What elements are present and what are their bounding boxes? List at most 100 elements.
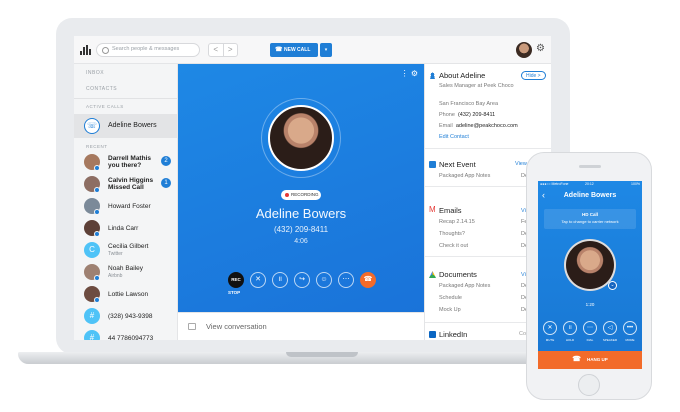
presence-dot-icon xyxy=(94,275,100,281)
active-call-item[interactable]: ☏ Adeline Bowers xyxy=(74,114,177,138)
keypad-button[interactable]: ⋯ xyxy=(338,272,354,288)
mobile-hold-button[interactable]: ॥ xyxy=(563,321,577,335)
history-nav: < > xyxy=(208,43,238,57)
presence-dot-icon xyxy=(94,187,100,193)
add-person-button[interactable]: ☺ xyxy=(316,272,332,288)
active-call-name: Adeline Bowers xyxy=(108,122,157,129)
contact-name: Linda Carr xyxy=(108,225,139,232)
contact-name: 44 7786094773 xyxy=(108,335,154,340)
presence-dot-icon xyxy=(94,231,100,237)
forward-button[interactable]: > xyxy=(222,44,238,56)
mute-button[interactable]: ✕ xyxy=(250,272,266,288)
document-link[interactable]: Packaged App Notes xyxy=(439,283,490,289)
search-input[interactable]: Search people & messages xyxy=(96,43,200,57)
chevron-down-icon[interactable]: ⌄ xyxy=(608,281,617,290)
email-subject-link[interactable]: Thoughts? xyxy=(439,231,465,237)
hang-up-icon: ☎ xyxy=(572,356,581,363)
recent-contact-item[interactable]: #44 7786094773 xyxy=(74,328,177,340)
sidebar-item-contacts[interactable]: CONTACTS xyxy=(86,86,117,92)
active-calls-heading: ACTIVE CALLS xyxy=(86,104,124,109)
contact-name: Darrell Mathis xyxy=(108,155,151,162)
mobile-mute-button[interactable]: ✕ xyxy=(543,321,557,335)
recent-contact-item[interactable]: Darrell Mathis you there? 2 xyxy=(74,152,177,174)
contact-avatar: C xyxy=(84,242,100,258)
recent-contact-item[interactable]: # (328) 943-9398 xyxy=(74,306,177,328)
keypad-icon: ⋯ xyxy=(342,276,350,283)
contact-name: (328) 943-9398 xyxy=(108,313,153,320)
presence-dot-icon xyxy=(94,209,100,215)
recent-contact-item[interactable]: Linda Carr xyxy=(74,218,177,240)
unread-count-badge: 2 xyxy=(161,156,171,166)
mobile-speaker-button[interactable]: ◁ xyxy=(603,321,617,335)
gmail-icon: M xyxy=(429,205,436,214)
user-avatar[interactable] xyxy=(516,42,532,58)
marketing-stage: Search people & messages < > ☎ NEW CALL … xyxy=(0,0,680,412)
recent-contact-item[interactable]: Noah Bailey Airbnb xyxy=(74,262,177,284)
contact-subtitle: you there? xyxy=(108,162,142,169)
recent-contact-item[interactable]: Howard Foster xyxy=(74,196,177,218)
call-panel-menu[interactable]: ⋮ ⚙ xyxy=(401,69,418,78)
caller-phone: (432) 209-8411 xyxy=(273,225,329,234)
sidebar-item-inbox[interactable]: INBOX xyxy=(86,70,104,76)
record-button[interactable]: REC xyxy=(228,272,244,288)
speaker-icon: ◁ xyxy=(607,325,613,331)
hd-call-banner[interactable]: HD Call Tap to change to carrier network xyxy=(544,209,636,229)
hold-button[interactable]: ॥ xyxy=(272,272,288,288)
chat-icon xyxy=(188,323,196,330)
recent-contact-item[interactable]: C Cecilia Gilbert Twitter xyxy=(74,240,177,262)
gear-icon[interactable]: ⚙ xyxy=(536,43,545,54)
document-link[interactable]: Schedule xyxy=(439,295,462,301)
contact-location: San Francisco Bay Area xyxy=(439,101,499,107)
app-logo-icon xyxy=(80,45,92,55)
mobile-hang-up-button[interactable]: ☎ HANG UP xyxy=(538,351,642,369)
linkedin-title: LinkedIn xyxy=(439,330,468,339)
mobile-dial-button[interactable]: ⋯ xyxy=(583,321,597,335)
home-button[interactable] xyxy=(578,374,600,396)
desktop-app-window: Search people & messages < > ☎ NEW CALL … xyxy=(74,36,551,340)
recent-contact-item[interactable]: Calvin Higgins Missed Call 1 xyxy=(74,174,177,196)
contact-avatar: # xyxy=(84,330,100,340)
back-button[interactable]: < xyxy=(209,44,223,56)
record-dot-icon xyxy=(285,193,289,197)
contact-subtitle: Missed Call xyxy=(108,184,144,191)
top-bar: Search people & messages < > ☎ NEW CALL … xyxy=(74,36,551,64)
contact-email: Email adeline@peakchoco.com xyxy=(439,123,518,129)
left-sidebar: INBOX CONTACTS ACTIVE CALLS ☏ Adeline Bo… xyxy=(74,64,178,340)
email-subject-link[interactable]: Check it out xyxy=(439,243,468,249)
hide-button[interactable]: Hide > xyxy=(521,71,546,80)
contact-avatar: # xyxy=(84,308,100,324)
edit-contact-link[interactable]: Edit Contact xyxy=(439,134,469,140)
call-timer: 4:06 xyxy=(294,238,308,245)
transfer-button[interactable]: ↪ xyxy=(294,272,310,288)
contact-subtitle: Airbnb xyxy=(108,273,123,279)
presence-dot-icon xyxy=(94,297,100,303)
view-conversation-bar[interactable]: View conversation xyxy=(178,312,424,340)
hang-up-button[interactable]: ☎ xyxy=(360,272,376,288)
add-person-icon: ☺ xyxy=(320,276,328,283)
recent-contact-item[interactable]: Lottie Lawson xyxy=(74,284,177,306)
search-icon xyxy=(102,47,109,54)
status-bar: ●●●○○ MetroFone 20:12 100% xyxy=(540,182,640,186)
new-call-dropdown-button[interactable]: ▾ xyxy=(320,43,332,57)
mic-off-icon: ✕ xyxy=(255,276,261,283)
contact-subtitle: Twitter xyxy=(108,251,123,257)
contact-name: Howard Foster xyxy=(108,203,151,210)
phone-speaker xyxy=(579,165,601,168)
keypad-icon: ⋯ xyxy=(587,325,593,331)
dial-label: DIAL xyxy=(586,338,594,342)
stop-label: STOP xyxy=(228,290,241,295)
new-call-button[interactable]: ☎ NEW CALL xyxy=(270,43,318,57)
document-link[interactable]: Mock Up xyxy=(439,307,461,313)
mobile-more-button[interactable]: ••• xyxy=(623,321,637,335)
mobile-phone-frame: ●●●○○ MetroFone 20:12 100% ‹ Adeline Bow… xyxy=(526,152,652,400)
documents-title: Documents xyxy=(439,270,477,279)
event-name: Packaged App Notes xyxy=(439,173,491,179)
mobile-call-screen: ●●●○○ MetroFone 20:12 100% ‹ Adeline Bow… xyxy=(538,181,642,369)
email-subject-link[interactable]: Recap 2.14.15 xyxy=(439,219,475,225)
contact-name: Lottie Lawson xyxy=(108,291,149,298)
more-label: MORE xyxy=(625,338,635,342)
contact-name: Noah Bailey xyxy=(108,265,144,272)
about-title: About Adeline xyxy=(439,71,486,80)
contact-job: Sales Manager at Peek Choco xyxy=(439,83,514,89)
mobile-caller-name: Adeline Bowers xyxy=(563,192,617,199)
